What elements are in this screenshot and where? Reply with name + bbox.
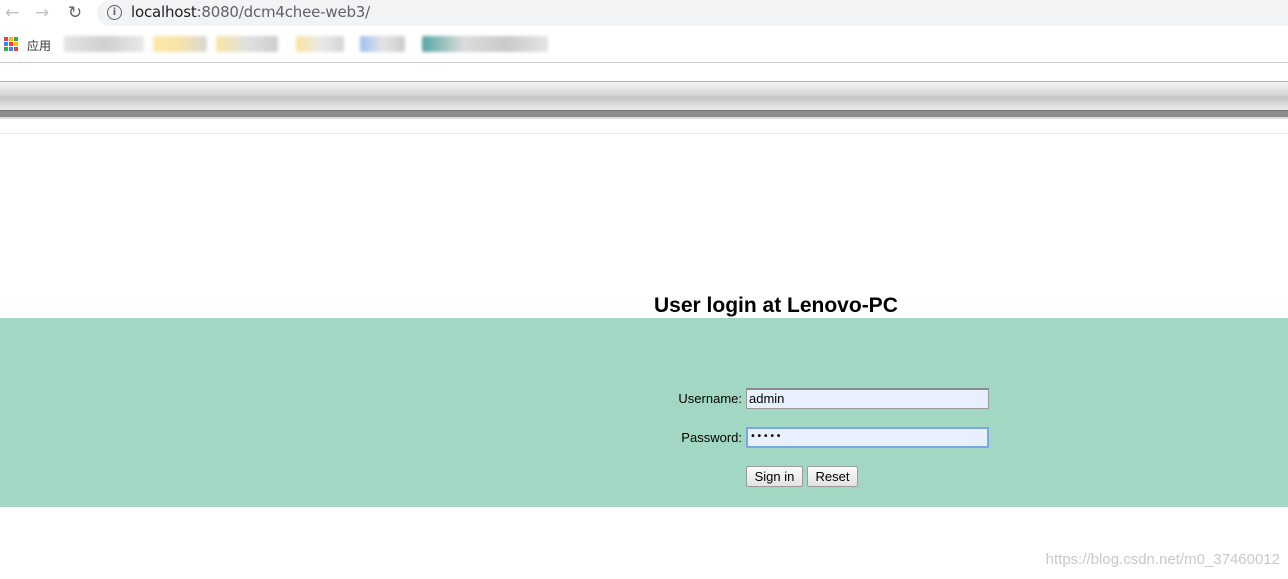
blurred-bookmark[interactable]	[422, 36, 548, 52]
sign-in-button[interactable]: Sign in	[746, 466, 803, 487]
apps-label[interactable]: 应用	[27, 37, 51, 54]
username-input[interactable]: admin	[746, 388, 989, 409]
url-text[interactable]: localhost:8080/dcm4chee-web3/	[131, 3, 370, 21]
page-header-bar	[0, 82, 1288, 110]
browser-toolbar: ← → ↻ i localhost:8080/dcm4chee-web3/	[0, 0, 1288, 26]
blurred-bookmark[interactable]	[296, 36, 344, 52]
forward-arrow-icon[interactable]: →	[31, 2, 53, 24]
blurred-bookmark[interactable]	[64, 36, 144, 52]
info-icon[interactable]: i	[107, 5, 122, 20]
back-arrow-icon[interactable]: ←	[1, 2, 23, 24]
login-title: User login at Lenovo-PC	[654, 294, 898, 317]
login-panel	[0, 318, 1288, 507]
url-host: localhost	[131, 3, 197, 21]
blurred-bookmark[interactable]	[360, 36, 405, 52]
header-dark-stripe	[0, 110, 1288, 117]
bookmarks-bar: 应用	[0, 26, 1288, 62]
blurred-bookmark[interactable]	[216, 36, 278, 52]
header-bottom-line	[0, 133, 1288, 134]
watermark-text: https://blog.csdn.net/m0_37460012	[1045, 551, 1280, 568]
address-bar[interactable]: i localhost:8080/dcm4chee-web3/	[97, 0, 1288, 26]
username-label: Username:	[678, 391, 742, 406]
reset-button[interactable]: Reset	[807, 466, 858, 487]
toolbar-divider	[0, 62, 1288, 63]
apps-grid-icon[interactable]	[4, 37, 18, 51]
reload-icon[interactable]: ↻	[64, 2, 86, 24]
password-label: Password:	[681, 430, 742, 445]
password-input[interactable]: •••••	[746, 427, 989, 448]
url-path: :8080/dcm4chee-web3/	[196, 3, 371, 21]
header-light-stripe	[0, 117, 1288, 119]
blurred-bookmark[interactable]	[153, 36, 207, 52]
